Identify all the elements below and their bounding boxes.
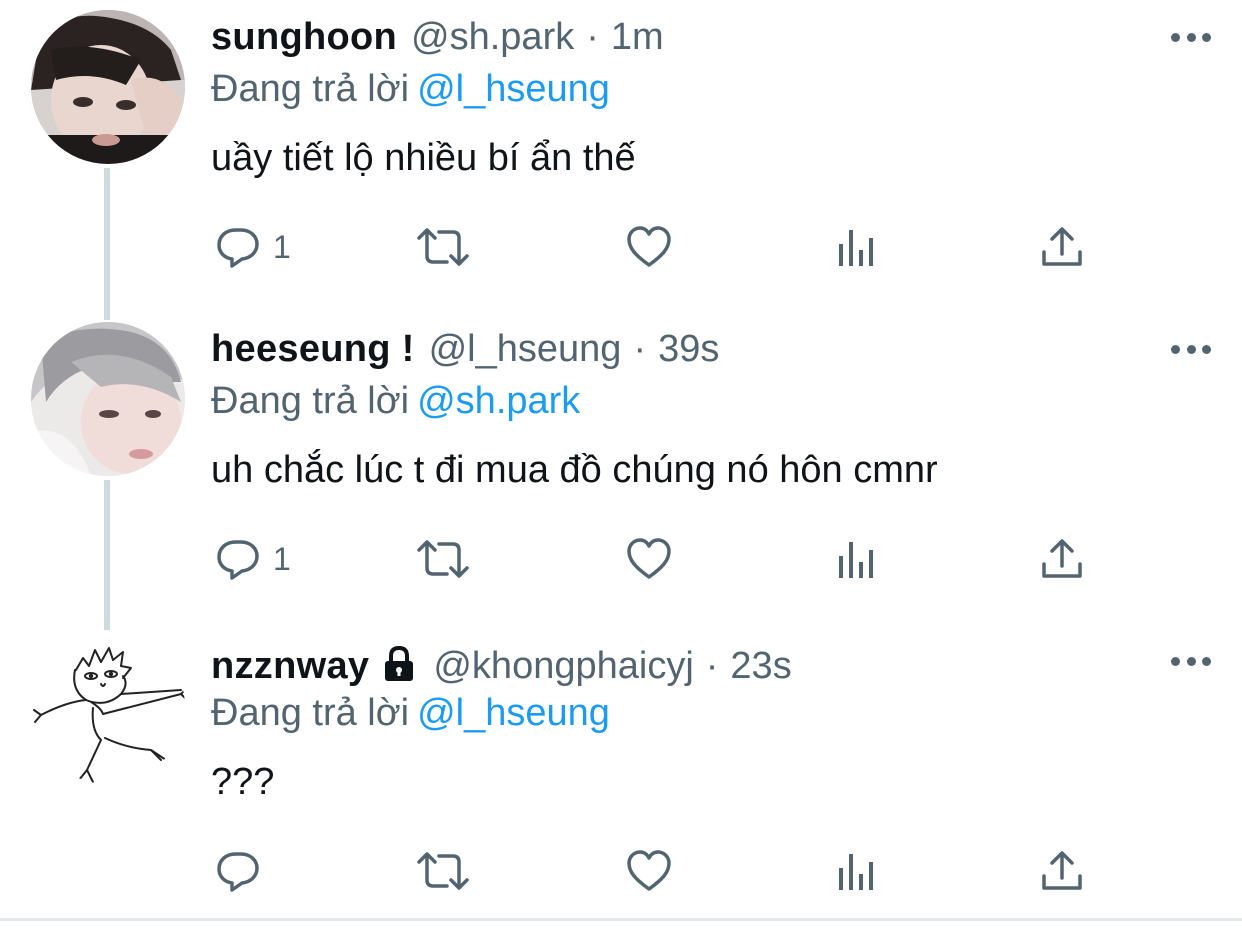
divider bbox=[0, 918, 1242, 921]
share-button[interactable] bbox=[1039, 532, 1085, 586]
retweet-icon bbox=[417, 228, 469, 266]
separator-dot: · bbox=[705, 645, 719, 687]
more-icon[interactable] bbox=[1171, 336, 1211, 362]
user-handle[interactable]: @sh.park bbox=[411, 14, 574, 60]
timestamp[interactable]: 23s bbox=[730, 643, 791, 689]
doodle-avatar bbox=[31, 630, 185, 784]
share-icon bbox=[1042, 539, 1082, 578]
separator-dot: · bbox=[586, 16, 599, 58]
like-button[interactable] bbox=[625, 220, 673, 274]
share-icon bbox=[1042, 851, 1082, 890]
share-icon bbox=[1042, 227, 1082, 266]
retweet-icon bbox=[417, 852, 469, 890]
mention-link[interactable]: @l_hseung bbox=[417, 692, 610, 734]
like-button[interactable] bbox=[625, 532, 673, 586]
reply-count: 1 bbox=[273, 540, 291, 577]
reply-icon bbox=[217, 228, 259, 268]
mention-link[interactable]: @sh.park bbox=[417, 380, 580, 422]
tweet-text: ??? bbox=[211, 761, 275, 803]
avatar[interactable] bbox=[31, 630, 185, 784]
action-bar bbox=[211, 844, 1111, 898]
share-button[interactable] bbox=[1039, 220, 1085, 274]
replying-to: Đang trả lời @l_hseung bbox=[211, 690, 610, 736]
profile-photo bbox=[31, 10, 185, 164]
views-icon bbox=[839, 230, 873, 266]
replying-label: Đang trả lời bbox=[211, 692, 410, 734]
display-name[interactable]: heeseung ! bbox=[211, 326, 415, 372]
views-icon bbox=[839, 542, 873, 578]
reply-icon bbox=[217, 852, 259, 892]
share-button[interactable] bbox=[1039, 844, 1085, 898]
retweet-button[interactable] bbox=[415, 220, 471, 274]
mention-link[interactable]: @l_hseung bbox=[417, 68, 610, 110]
replying-to: Đang trả lời @sh.park bbox=[211, 378, 580, 424]
lock-icon bbox=[379, 644, 419, 695]
tweet-text: uh chắc lúc t đi mua đồ chúng nó hôn cmn… bbox=[211, 449, 938, 491]
tweet-header: sunghoon @sh.park · 1m bbox=[211, 14, 664, 60]
replying-to: Đang trả lời @l_hseung bbox=[211, 66, 610, 112]
tweet[interactable]: heeseung ! @l_hseung · 39s Đang trả lời @… bbox=[0, 312, 1242, 624]
reply-icon bbox=[217, 540, 259, 580]
retweet-icon bbox=[417, 540, 469, 578]
like-icon bbox=[627, 850, 671, 891]
avatar[interactable] bbox=[31, 322, 185, 476]
views-button[interactable] bbox=[835, 220, 879, 274]
views-icon bbox=[839, 854, 873, 890]
user-handle[interactable]: @l_hseung bbox=[429, 326, 622, 372]
display-name[interactable]: nzznway bbox=[211, 643, 369, 689]
reply-button[interactable] bbox=[215, 844, 273, 898]
timestamp[interactable]: 1m bbox=[611, 14, 664, 60]
user-handle[interactable]: @khongphaicyj bbox=[433, 643, 693, 689]
display-name[interactable]: sunghoon bbox=[211, 14, 397, 60]
retweet-button[interactable] bbox=[415, 844, 471, 898]
tweet-header: heeseung ! @l_hseung · 39s bbox=[211, 326, 719, 372]
avatar[interactable] bbox=[31, 10, 185, 164]
replying-label: Đang trả lời bbox=[211, 68, 410, 110]
action-bar: 1 bbox=[211, 220, 1111, 274]
reply-button[interactable]: 1 bbox=[215, 220, 291, 274]
reply-button[interactable]: 1 bbox=[215, 532, 291, 586]
action-bar: 1 bbox=[211, 532, 1111, 586]
views-button[interactable] bbox=[835, 844, 879, 898]
like-icon bbox=[627, 226, 671, 267]
separator-dot: · bbox=[633, 328, 647, 370]
retweet-button[interactable] bbox=[415, 532, 471, 586]
more-icon[interactable] bbox=[1171, 648, 1211, 674]
profile-photo bbox=[31, 322, 185, 476]
tweet-header: nzznway @khongphaicyj · 23s bbox=[211, 638, 792, 687]
more-icon[interactable] bbox=[1171, 24, 1211, 50]
tweet[interactable]: nzznway @khongphaicyj · 23s Đang trả lời… bbox=[0, 624, 1242, 918]
tweet-text: uầy tiết lộ nhiều bí ẩn thế bbox=[211, 137, 636, 179]
reply-count: 1 bbox=[273, 228, 291, 265]
like-icon bbox=[627, 538, 671, 579]
tweet[interactable]: sunghoon @sh.park · 1m Đang trả lời @l_hs… bbox=[0, 0, 1242, 312]
views-button[interactable] bbox=[835, 532, 879, 586]
replying-label: Đang trả lời bbox=[211, 380, 410, 422]
timestamp[interactable]: 39s bbox=[658, 326, 719, 372]
like-button[interactable] bbox=[625, 844, 673, 898]
